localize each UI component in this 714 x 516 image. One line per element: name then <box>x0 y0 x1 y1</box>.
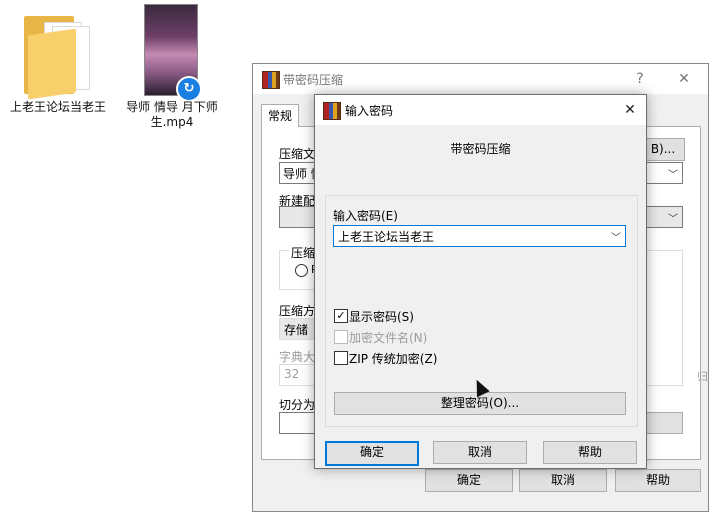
dialog-heading: 带密码压缩 <box>450 142 511 156</box>
dialog-titlebar: 输入密码 ✕ <box>315 95 646 125</box>
main-ok-button[interactable]: 确定 <box>425 469 513 492</box>
video-player-badge-icon: ↻ <box>176 76 202 102</box>
dialog-help-button[interactable]: 帮助 <box>543 441 637 464</box>
split-label: 切分为 <box>279 398 316 412</box>
dict-label: 字典大 <box>279 350 316 364</box>
main-window-title: 带密码压缩 <box>283 73 344 87</box>
dialog-title: 输入密码 <box>345 104 394 118</box>
help-icon[interactable]: ? <box>629 68 651 90</box>
dialog-cancel-button[interactable]: 取消 <box>433 441 527 464</box>
dict-value: 32 <box>284 367 300 381</box>
show-password-label: 显示密码(S) <box>349 310 414 324</box>
password-value: 上老王论坛当老王 <box>338 230 435 244</box>
archive-name-label: 压缩文 <box>279 147 316 161</box>
format-radio[interactable] <box>295 264 308 277</box>
close-icon[interactable]: ✕ <box>673 68 695 90</box>
desktop-video-item[interactable]: ↻ 导师 情导 月下师生.mp4 <box>122 4 222 138</box>
desktop-folder-item[interactable]: 上老王论坛当老王 <box>10 8 106 138</box>
encrypt-names-label: 加密文件名(N) <box>349 331 428 345</box>
password-label: 输入密码(E) <box>333 209 398 223</box>
method-value: 存储 <box>284 323 309 337</box>
dialog-ok-button[interactable]: 确定 <box>325 441 419 466</box>
zip-legacy-label: ZIP 传统加密(Z) <box>349 352 438 366</box>
chevron-down-icon[interactable]: ﹀ <box>668 210 678 225</box>
password-dialog: 输入密码 ✕ 带密码压缩 输入密码(E) 上老王论坛当老王 ﹀ ✓ 显示密码(S… <box>314 94 647 469</box>
folder-label: 上老王论坛当老王 <box>10 100 107 114</box>
format-group-label: 压缩 <box>289 244 318 261</box>
main-help-button[interactable]: 帮助 <box>615 469 701 492</box>
winrar-icon <box>262 71 280 89</box>
password-input[interactable]: 上老王论坛当老王 ﹀ <box>333 225 626 247</box>
zip-legacy-checkbox[interactable] <box>334 351 348 365</box>
right-edge-text: 归 <box>697 370 708 383</box>
chevron-down-icon[interactable]: ﹀ <box>611 229 621 244</box>
show-password-checkbox[interactable]: ✓ <box>334 309 348 323</box>
chevron-down-icon[interactable]: ﹀ <box>668 166 678 181</box>
main-cancel-button[interactable]: 取消 <box>519 469 607 492</box>
method-label: 压缩方 <box>279 304 316 318</box>
winrar-icon <box>323 102 341 120</box>
tab-general[interactable]: 常规 <box>261 104 300 127</box>
close-icon[interactable]: ✕ <box>619 99 641 121</box>
folder-icon <box>24 12 92 100</box>
main-titlebar: 带密码压缩 ? ✕ <box>253 64 708 94</box>
video-label: 导师 情导 月下师生.mp4 <box>126 100 218 129</box>
browse-button[interactable]: B)... <box>641 138 685 161</box>
encrypt-names-checkbox[interactable] <box>334 330 348 344</box>
